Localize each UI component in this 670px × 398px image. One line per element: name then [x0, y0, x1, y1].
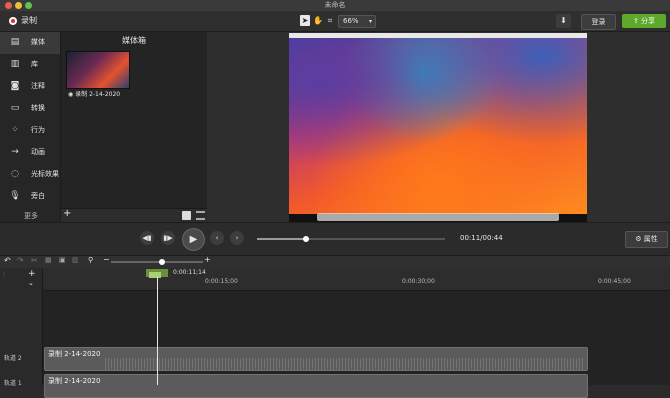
main-toolbar: 录制 ➤ ✋ ⌗ 66% ▾ ⬇ 登录 ⇪ 分享 [0, 11, 670, 32]
sidebar-item-narration[interactable]: 🎙 旁白 [0, 186, 60, 208]
clip-thumbnail [66, 51, 130, 89]
list-view-icon[interactable] [196, 211, 205, 220]
media-bin: 媒体箱 ◉ 录制 2-14-2020 + [61, 32, 207, 223]
track-1-label: 轨道 1 [4, 380, 22, 387]
microphone-icon: 🎙 [9, 191, 21, 201]
behavior-icon: ⁘ [11, 125, 19, 135]
clip-name: 录制 2-14-2020 [48, 350, 101, 358]
sidebar-item-label: 转换 [31, 104, 45, 112]
sidebar-item-label: 行为 [31, 126, 45, 134]
chevron-down-icon: ▾ [368, 18, 372, 25]
properties-label: 属性 [643, 235, 658, 243]
redo-icon[interactable]: ↷ [17, 256, 24, 265]
login-button[interactable]: 登录 [581, 14, 616, 30]
cut-icon[interactable]: ✂ [31, 256, 38, 265]
step-back-icon[interactable]: ◀▮ [140, 231, 154, 245]
zoom-value: 66% [343, 17, 359, 25]
ruler-tick: 0:00:15;00 [205, 278, 238, 285]
sidebar-item-media[interactable]: ▤ 媒体 [0, 32, 60, 54]
preview-wallpaper [289, 38, 587, 214]
sidebar-item-label: 库 [31, 60, 38, 68]
sidebar-item-animations[interactable]: → 动画 [0, 142, 60, 164]
lock-icon[interactable]: ⫶ [3, 271, 5, 280]
add-media-icon[interactable]: + [63, 208, 71, 219]
scrub-handle[interactable] [303, 236, 309, 242]
sidebar-item-label: 媒体 [31, 38, 45, 46]
step-forward-icon[interactable]: ▮▶ [161, 231, 175, 245]
timeline-ruler[interactable]: 0:00:15;00 0:00:30;00 0:00:45;00 [43, 268, 670, 291]
library-icon: ▥ [10, 59, 20, 69]
scrub-bar[interactable] [257, 236, 445, 242]
playhead-time: 0:00:11;14 [173, 269, 206, 276]
play-icon[interactable]: ▶ [182, 228, 205, 251]
transition-icon: ▭ [10, 103, 20, 113]
track-2-clip[interactable]: 录制 2-14-2020 [44, 347, 588, 371]
clip-name: 录制 2-14-2020 [75, 91, 121, 98]
share-button[interactable]: ⇪ 分享 [622, 14, 666, 28]
clip-label: ◉ 录制 2-14-2020 [68, 89, 120, 98]
record-icon [9, 17, 17, 25]
media-bin-footer: + [61, 208, 207, 223]
sidebar-item-library[interactable]: ▥ 库 [0, 54, 60, 76]
animation-icon: → [11, 147, 19, 157]
more-button[interactable]: 更多 [24, 211, 38, 221]
crop-tool-icon[interactable]: ⌗ [325, 15, 335, 26]
copy-icon[interactable]: ▦ [45, 256, 52, 264]
playback-controls: ◀▮ ▮▶ ▶ ‹ › 00:11/00:44 ⚙ 属性 [0, 222, 670, 255]
timeline[interactable]: 0:00:15;00 0:00:30;00 0:00:45;00 0:00:11… [43, 268, 670, 398]
sidebar-item-behaviors[interactable]: ⁘ 行为 [0, 120, 60, 142]
sidebar: ▤ 媒体 ▥ 库 ◙ 注释 ▭ 转换 ⁘ 行为 → 动画 ◌ 光标效果 🎙 旁白… [0, 32, 61, 222]
preview-dock [317, 213, 559, 221]
cursor-effect-icon: ◌ [11, 169, 19, 179]
timeline-zoom-handle[interactable] [159, 259, 165, 265]
video-preview[interactable] [289, 33, 587, 222]
sidebar-item-label: 旁白 [31, 192, 45, 200]
record-label: 录制 [21, 16, 37, 25]
share-icon: ⇪ [632, 17, 642, 25]
share-label: 分享 [641, 17, 656, 25]
search-icon[interactable]: ⚲ [88, 256, 93, 264]
ruler-tick: 0:00:45;00 [598, 278, 631, 285]
split-icon[interactable]: ▥ [72, 256, 79, 264]
sidebar-item-label: 注释 [31, 82, 45, 90]
add-track-icon[interactable]: + [28, 269, 36, 279]
timeline-track-headers: ⫶ + ⌄ 轨道 2 轨道 1 [0, 268, 43, 387]
zoom-select[interactable]: 66% ▾ [338, 15, 376, 28]
sidebar-item-cursor-effects[interactable]: ◌ 光标效果 [0, 164, 60, 186]
track-2-label: 轨道 2 [4, 355, 22, 362]
annotation-icon: ◙ [10, 81, 20, 91]
ruler-tick: 0:00:30;00 [402, 278, 435, 285]
sidebar-item-label: 动画 [31, 148, 45, 156]
timeline-zoom-slider[interactable] [111, 259, 203, 265]
gear-icon: ⚙ [635, 235, 644, 243]
window-title: 未命名 [324, 1, 346, 9]
properties-button[interactable]: ⚙ 属性 [625, 231, 668, 248]
audio-waveform [105, 358, 585, 370]
media-bin-title: 媒体箱 [122, 36, 146, 45]
grid-view-icon[interactable] [182, 211, 191, 220]
film-icon: ▤ [10, 37, 20, 47]
timeline-toolbar: ↶ ↷ ✂ ▦ ▣ ▥ ⚲ − + [0, 255, 670, 268]
undo-icon[interactable]: ↶ [4, 256, 11, 265]
paste-icon[interactable]: ▣ [59, 256, 66, 264]
chevron-down-icon[interactable]: ⌄ [28, 279, 34, 287]
playhead-line [157, 277, 158, 385]
media-clip[interactable]: ◉ 录制 2-14-2020 [66, 51, 130, 99]
zoom-out-icon[interactable]: − [103, 255, 110, 264]
sidebar-item-transitions[interactable]: ▭ 转换 [0, 98, 60, 120]
download-icon[interactable]: ⬇ [556, 14, 571, 28]
next-frame-icon[interactable]: › [230, 231, 244, 245]
sidebar-item-label: 光标效果 [31, 170, 59, 178]
time-display: 00:11/00:44 [460, 234, 503, 242]
track-1-clip[interactable]: 录制 2-14-2020 [44, 374, 588, 398]
previous-frame-icon[interactable]: ‹ [210, 231, 224, 245]
scrub-progress [257, 238, 306, 240]
hand-tool-icon[interactable]: ✋ [313, 15, 323, 26]
playhead-handle[interactable] [149, 272, 161, 278]
canvas-area [207, 32, 670, 222]
sidebar-item-annotations[interactable]: ◙ 注释 [0, 76, 60, 98]
pointer-tool-icon[interactable]: ➤ [300, 15, 310, 26]
zoom-in-icon[interactable]: + [204, 255, 211, 264]
